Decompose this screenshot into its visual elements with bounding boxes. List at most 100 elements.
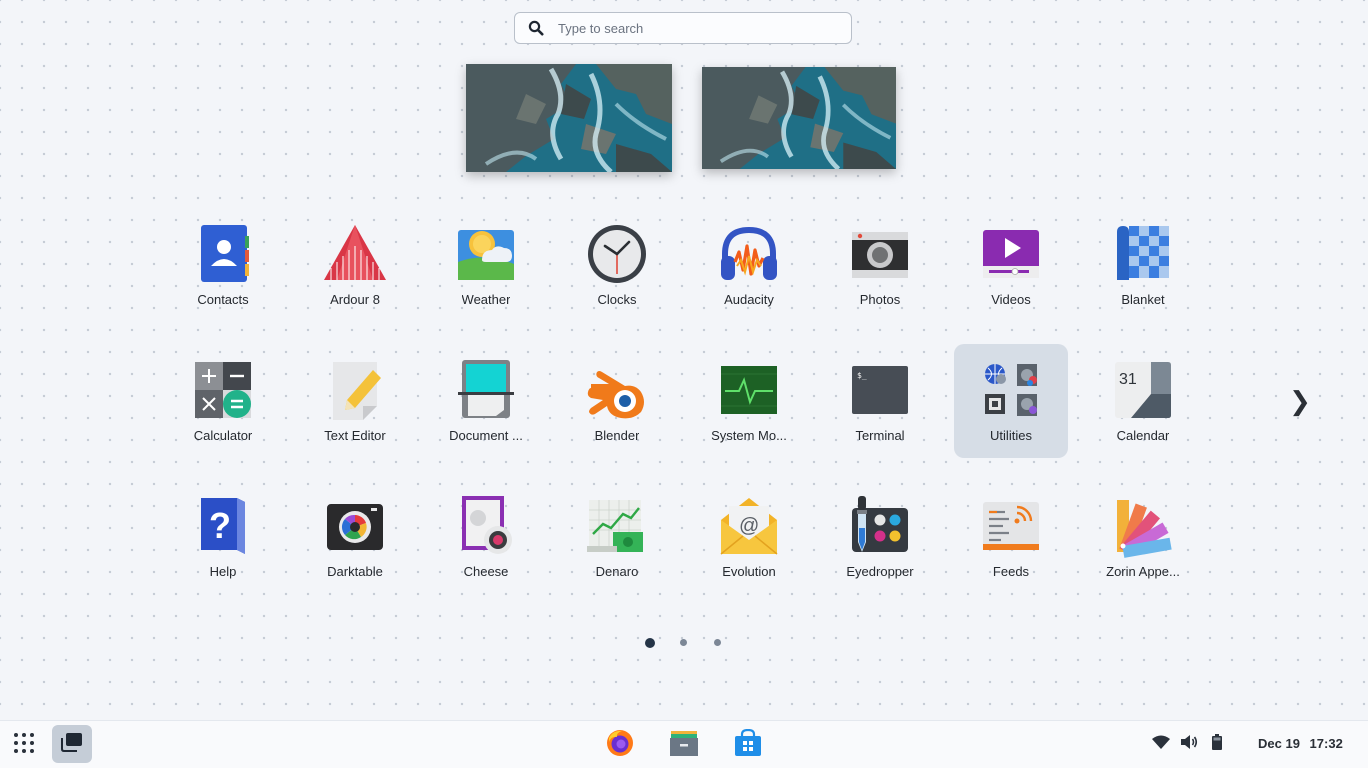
workspace-thumbnail-2[interactable]	[702, 67, 896, 169]
app-photos[interactable]: Photos	[823, 208, 937, 322]
app-label: Clocks	[597, 292, 637, 307]
app-label: Weather	[461, 292, 511, 307]
app-label: Feeds	[992, 564, 1030, 579]
evolution-icon: @	[717, 494, 781, 558]
battery-icon	[1212, 733, 1222, 755]
app-denaro[interactable]: Denaro	[560, 480, 674, 594]
app-eyedropper[interactable]: Eyedropper	[823, 480, 937, 594]
document-scanner-icon	[454, 358, 518, 422]
help-icon: ?	[191, 494, 255, 558]
app-label: Utilities	[990, 428, 1032, 443]
workspaces-button[interactable]	[52, 725, 92, 763]
utilities-folder-icon	[979, 358, 1043, 422]
contacts-icon	[191, 222, 255, 286]
app-darktable[interactable]: Darktable	[298, 480, 412, 594]
workspace-thumbnail-1[interactable]	[466, 64, 672, 172]
files-button[interactable]	[664, 727, 704, 763]
app-help[interactable]: ? Help	[166, 480, 280, 594]
page-dot-2[interactable]	[680, 639, 687, 646]
app-grid-button[interactable]	[8, 727, 40, 763]
app-label: Cheese	[463, 564, 509, 579]
wifi-button[interactable]	[1150, 733, 1172, 755]
app-cheese[interactable]: Cheese	[429, 480, 543, 594]
app-label: Text Editor	[324, 428, 386, 443]
app-weather[interactable]: Weather	[429, 208, 543, 322]
search-input[interactable]	[556, 19, 830, 37]
clocks-icon	[585, 222, 649, 286]
app-blanket[interactable]: Blanket	[1086, 208, 1200, 322]
app-label: Calculator	[193, 428, 253, 443]
feeds-icon	[979, 494, 1043, 558]
app-text-editor[interactable]: Text Editor	[298, 344, 412, 458]
app-label: System Mo...	[711, 428, 787, 443]
app-label: Audacity	[724, 292, 774, 307]
app-label: Help	[209, 564, 237, 579]
app-label: Document ...	[449, 428, 523, 443]
app-system-monitor[interactable]: System Mo...	[692, 344, 806, 458]
ardour-icon	[323, 222, 387, 286]
software-store-icon	[733, 728, 763, 762]
volume-button[interactable]	[1178, 733, 1200, 755]
app-label: Calendar	[1116, 428, 1170, 443]
battery-button[interactable]	[1206, 733, 1228, 755]
calculator-icon	[191, 358, 255, 422]
zorin-appearance-icon	[1111, 494, 1175, 558]
page-dot-3[interactable]	[714, 639, 721, 646]
app-blender[interactable]: Blender	[560, 344, 674, 458]
app-label: Terminal	[855, 428, 905, 443]
calendar-day: 31	[1119, 371, 1137, 388]
app-feeds[interactable]: Feeds	[954, 480, 1068, 594]
app-audacity[interactable]: Audacity	[692, 208, 806, 322]
taskbar: Dec 19 17:32	[0, 720, 1368, 768]
app-label: Darktable	[327, 564, 383, 579]
app-utilities-folder[interactable]: Utilities	[954, 344, 1068, 458]
darktable-icon	[323, 494, 387, 558]
files-icon	[669, 729, 699, 762]
blender-icon	[585, 358, 649, 422]
app-label: Videos	[991, 292, 1031, 307]
system-monitor-icon	[717, 358, 781, 422]
app-terminal[interactable]: $_ Terminal	[823, 344, 937, 458]
app-label: Denaro	[595, 564, 639, 579]
firefox-button[interactable]	[600, 727, 640, 763]
firefox-icon	[605, 728, 635, 763]
app-grid-icon	[13, 732, 35, 759]
svg-text:$_: $_	[857, 371, 867, 380]
calendar-icon: 31	[1111, 358, 1175, 422]
blanket-icon	[1111, 222, 1175, 286]
volume-icon	[1180, 734, 1198, 755]
app-label: Contacts	[197, 292, 249, 307]
app-contacts[interactable]: Contacts	[166, 208, 280, 322]
app-calculator[interactable]: Calculator	[166, 344, 280, 458]
svg-text:@: @	[739, 515, 759, 537]
next-page-arrow[interactable]: ❯	[1288, 386, 1312, 416]
app-zorin-appearance[interactable]: Zorin Appe...	[1086, 480, 1200, 594]
denaro-icon	[585, 494, 649, 558]
app-videos[interactable]: Videos	[954, 208, 1068, 322]
time-text: 17:32	[1309, 736, 1343, 751]
date-text: Dec 19	[1258, 736, 1300, 751]
app-document-scanner[interactable]: Document ...	[429, 344, 543, 458]
svg-text:?: ?	[209, 505, 231, 546]
search-box[interactable]	[514, 12, 852, 44]
app-clocks[interactable]: Clocks	[560, 208, 674, 322]
cheese-icon	[454, 494, 518, 558]
app-label: Ardour 8	[330, 292, 380, 307]
page-dot-1[interactable]	[645, 638, 655, 648]
workspaces-icon	[61, 732, 83, 757]
wifi-icon	[1152, 735, 1170, 754]
app-label: Evolution	[722, 564, 776, 579]
app-calendar[interactable]: 31 Calendar	[1086, 344, 1200, 458]
clock[interactable]: Dec 19 17:32	[1258, 736, 1343, 751]
terminal-icon: $_	[848, 358, 912, 422]
eyedropper-icon	[848, 494, 912, 558]
weather-icon	[454, 222, 518, 286]
app-label: Eyedropper	[846, 564, 914, 579]
app-label: Photos	[859, 292, 901, 307]
app-evolution[interactable]: @ Evolution	[692, 480, 806, 594]
app-label: Zorin Appe...	[1106, 564, 1180, 579]
audacity-icon	[717, 222, 781, 286]
app-ardour[interactable]: Ardour 8	[298, 208, 412, 322]
software-store-button[interactable]	[728, 727, 768, 763]
videos-icon	[979, 222, 1043, 286]
